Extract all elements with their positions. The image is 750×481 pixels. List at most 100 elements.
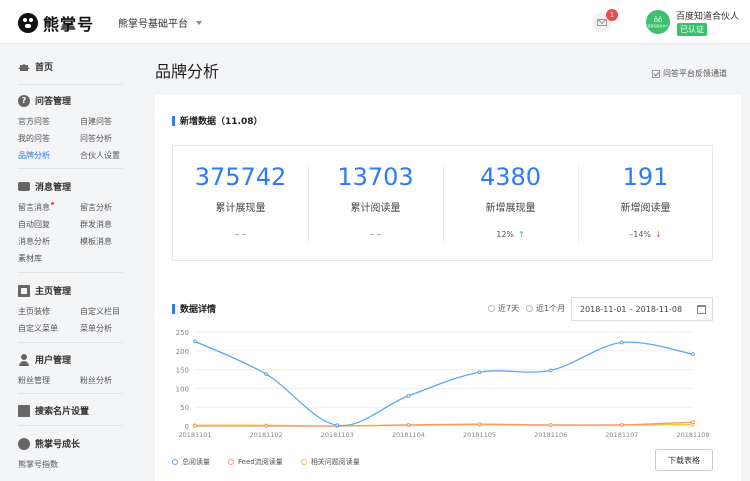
sidebar-item-comments[interactable]: 留言消息 bbox=[18, 202, 54, 213]
stats-panel: 375742 累计展现量 – – 13703 累计阅读量 – – 4380 新增… bbox=[172, 145, 713, 261]
stat-total-reads: 13703 累计阅读量 – – bbox=[308, 146, 443, 262]
stat-label: 累计阅读量 bbox=[350, 203, 401, 214]
arrow-down-icon: ↓ bbox=[655, 230, 662, 239]
x-tick-label: 20181108 bbox=[676, 431, 709, 439]
sidebar-item-comment-analysis[interactable]: 留言分析 bbox=[80, 202, 112, 213]
range-7-days[interactable]: 近7天 bbox=[488, 303, 519, 314]
calendar-icon bbox=[697, 305, 706, 314]
y-tick-label: 150 bbox=[176, 367, 189, 375]
legend-item[interactable]: 总阅读量 bbox=[172, 457, 210, 467]
legend-marker-icon bbox=[228, 459, 234, 465]
sidebar-section-title: 消息管理 bbox=[35, 183, 72, 193]
sidebar-section-title: 搜索名片设置 bbox=[35, 407, 90, 417]
growth-icon bbox=[18, 437, 30, 450]
sidebar-divider bbox=[18, 425, 123, 426]
message-icon bbox=[18, 182, 30, 191]
sidebar-item-my-qa[interactable]: 我的问答 bbox=[18, 133, 50, 144]
sidebar-item-message-analysis[interactable]: 消息分析 bbox=[18, 236, 50, 247]
avatar[interactable]: ôô 百度知道合伙人 bbox=[646, 10, 670, 34]
legend-marker-icon bbox=[172, 459, 178, 465]
x-tick-label: 20181101 bbox=[178, 431, 211, 439]
page-title: 品牌分析 bbox=[155, 62, 220, 81]
sidebar-item-self-built-qa[interactable]: 自建问答 bbox=[80, 116, 112, 127]
sidebar-item-qa-analysis[interactable]: 问答分析 bbox=[80, 133, 112, 144]
radio-icon bbox=[526, 305, 533, 312]
y-tick-label: 50 bbox=[180, 404, 189, 412]
sidebar-item-auto-reply[interactable]: 自动回复 bbox=[18, 219, 50, 230]
sidebar-section-homepage[interactable]: 主页管理 bbox=[18, 284, 71, 297]
sidebar-section-messages[interactable]: 消息管理 bbox=[18, 180, 71, 193]
data-point bbox=[477, 370, 482, 375]
y-tick-label: 0 bbox=[185, 423, 189, 431]
data-point bbox=[406, 422, 411, 427]
stat-trend-value: 12% bbox=[496, 230, 515, 239]
legend-marker-icon bbox=[300, 459, 307, 465]
user-icon bbox=[18, 353, 30, 366]
sidebar-section-users[interactable]: 用户管理 bbox=[18, 353, 71, 366]
sidebar-section-title: 问答管理 bbox=[35, 97, 72, 107]
sidebar-section-title: 用户管理 bbox=[35, 356, 72, 366]
avatar-glyph: ôô bbox=[653, 15, 663, 24]
range-1-month[interactable]: 近1个月 bbox=[526, 303, 565, 314]
data-point bbox=[406, 394, 411, 398]
sidebar-section-title: 熊掌号成长 bbox=[35, 440, 81, 450]
data-point bbox=[335, 423, 340, 428]
x-tick-label: 20181107 bbox=[605, 431, 638, 439]
sidebar-item-fan-analysis[interactable]: 粉丝分析 bbox=[80, 375, 112, 386]
legend-label: 相关问题阅读量 bbox=[310, 458, 360, 466]
x-tick-label: 20181104 bbox=[392, 431, 425, 439]
sidebar-item-growth-index[interactable]: 熊掌号指数 bbox=[18, 459, 58, 470]
stat-label: 新增展现量 bbox=[485, 203, 536, 214]
logo[interactable]: 熊掌号 bbox=[18, 11, 94, 35]
sidebar-item-media-library[interactable]: 素材库 bbox=[18, 253, 42, 264]
sidebar-item-partner-settings[interactable]: 合伙人设置 bbox=[80, 150, 120, 161]
sidebar-item-broadcast[interactable]: 群发消息 bbox=[80, 219, 112, 230]
radio-label: 近1个月 bbox=[536, 304, 566, 313]
avatar-subtext: 百度知道合伙人 bbox=[647, 23, 669, 28]
sidebar-item-page-decoration[interactable]: 主页装修 bbox=[18, 306, 50, 317]
sidebar-divider bbox=[18, 84, 123, 85]
sidebar-item-custom-columns[interactable]: 自定义栏目 bbox=[80, 306, 120, 317]
sidebar-section-search-card[interactable]: 搜索名片设置 bbox=[18, 404, 89, 417]
new-data-heading: 新增数据（11.08） bbox=[172, 114, 262, 127]
sidebar-divider bbox=[18, 272, 123, 273]
download-table-button[interactable]: 下载表格 bbox=[655, 449, 713, 471]
sidebar-item-label: 留言消息 bbox=[18, 203, 50, 212]
sidebar-divider bbox=[18, 342, 123, 343]
mail-icon bbox=[597, 18, 607, 26]
stat-trend: –14% ↓ bbox=[578, 230, 713, 239]
sidebar-item-template-messages[interactable]: 模板消息 bbox=[80, 236, 112, 247]
sidebar-item-menu-analysis[interactable]: 菜单分析 bbox=[80, 323, 112, 334]
sidebar-section-growth[interactable]: 熊掌号成长 bbox=[18, 437, 80, 450]
sidebar-divider bbox=[18, 393, 123, 394]
sidebar-section-qa[interactable]: ? 问答管理 bbox=[18, 94, 71, 107]
arrow-up-icon: ↑ bbox=[518, 230, 525, 239]
x-tick-label: 20181106 bbox=[534, 431, 567, 439]
section-accent-bar bbox=[172, 303, 175, 314]
stat-value: 191 bbox=[622, 163, 669, 191]
feedback-link[interactable]: 问答平台反馈通道 bbox=[652, 68, 727, 79]
section-title: 新增数据（11.08） bbox=[180, 117, 263, 127]
x-tick-label: 20181102 bbox=[250, 431, 283, 439]
sidebar-item-official-qa[interactable]: 官方问答 bbox=[18, 116, 50, 127]
y-tick-label: 100 bbox=[176, 385, 189, 393]
stat-label: 累计展现量 bbox=[215, 203, 266, 214]
data-point bbox=[548, 368, 553, 373]
sidebar-item-custom-menu[interactable]: 自定义菜单 bbox=[18, 323, 58, 334]
home-icon-body bbox=[20, 65, 28, 71]
line-chart: 0 50 100 150 200 250 20181101 20181102 20181103 2… bbox=[176, 329, 710, 439]
platform-label: 熊掌号基础平台 bbox=[118, 19, 188, 30]
sidebar-item-fan-management[interactable]: 粉丝管理 bbox=[18, 375, 50, 386]
sidebar-section-title: 主页管理 bbox=[35, 287, 72, 297]
stat-value: 375742 bbox=[194, 163, 287, 191]
platform-switcher[interactable]: 熊掌号基础平台 bbox=[118, 15, 202, 30]
account-name[interactable]: 百度知道合伙人 bbox=[676, 9, 739, 22]
data-point bbox=[193, 424, 197, 428]
stat-new-reads: 191 新增阅读量 –14% ↓ bbox=[578, 146, 713, 262]
stat-label: 新增阅读量 bbox=[620, 203, 671, 214]
date-range-picker[interactable]: 2018-11-01 – 2018-11-08 bbox=[571, 297, 713, 321]
sidebar-item-brand-analysis[interactable]: 品牌分析 bbox=[18, 150, 50, 161]
legend-item[interactable]: Feed流阅读量 bbox=[228, 457, 283, 467]
legend-item[interactable]: 相关问题阅读量 bbox=[300, 457, 360, 467]
data-point bbox=[264, 424, 269, 428]
